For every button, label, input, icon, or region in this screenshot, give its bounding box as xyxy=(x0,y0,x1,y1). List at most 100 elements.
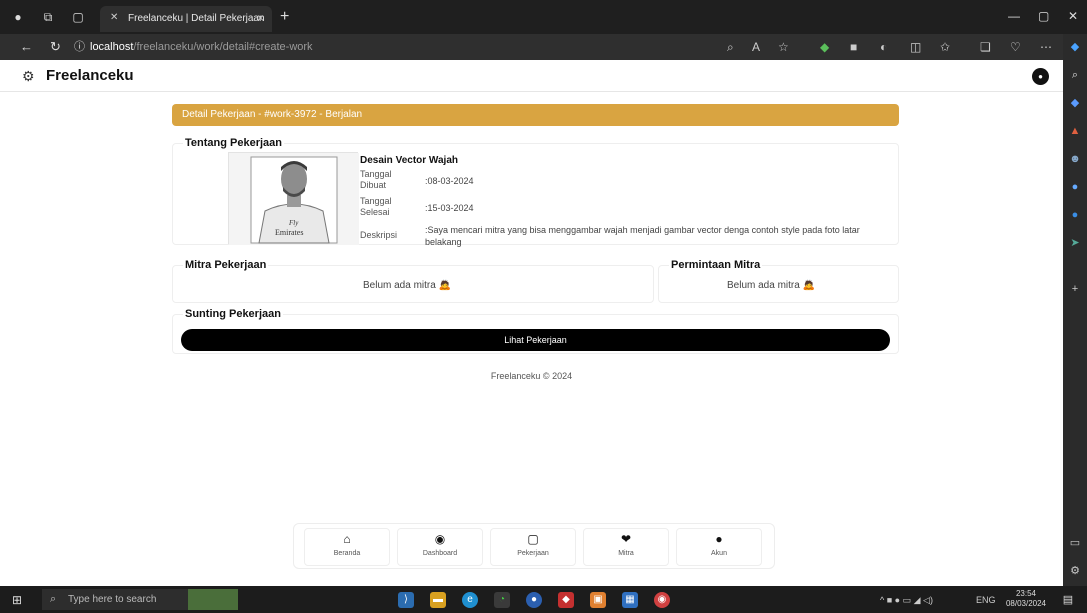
outlook-icon[interactable]: ● xyxy=(1068,208,1082,222)
edit-card: Sunting Pekerjaan Lihat Pekerjaan xyxy=(172,308,899,354)
browser-titlebar: ● ⧉ ▢ ✕ Freelanceku | Detail Pekerjaan ×… xyxy=(0,0,1087,34)
requests-card: Permintaan Mitra Belum ada mitra 🙇 xyxy=(658,259,899,303)
home-icon: ⌂ xyxy=(343,532,351,546)
app-icon-1[interactable]: ◔ xyxy=(494,592,510,608)
heart-icon[interactable]: ♡ xyxy=(1010,39,1021,55)
created-label: Tanggal Dibuat xyxy=(360,169,392,190)
new-tab-icon[interactable]: + xyxy=(280,9,289,25)
browser-sidebar: ◆ ⌕ ◆ ▲ ☻ ● ● ➤ + ▭ ⚙ xyxy=(1063,34,1087,586)
address-bar[interactable]: localhost/freelanceku/work/detail#create… xyxy=(90,37,720,57)
partner-empty: Belum ada mitra 🙇 xyxy=(363,280,452,291)
finished-label: Tanggal Selesai xyxy=(360,196,392,217)
vscode-icon[interactable]: ⟩ xyxy=(398,592,414,608)
copilot-icon[interactable]: ◆ xyxy=(1068,40,1082,54)
shopping-icon[interactable]: ▲ xyxy=(1068,124,1082,138)
tab-title: Freelanceku | Detail Pekerjaan xyxy=(128,13,265,24)
partner-title: Mitra Pekerjaan xyxy=(183,259,269,271)
favorite-star-icon[interactable]: ☆ xyxy=(778,39,789,55)
people-icon[interactable]: ☻ xyxy=(1068,152,1082,166)
url-host: localhost xyxy=(90,41,134,53)
work-icon: ▢ xyxy=(527,532,539,546)
file-explorer-icon[interactable]: ▬ xyxy=(430,592,446,608)
collections-icon[interactable]: ❏ xyxy=(980,39,991,55)
app-icon-3[interactable]: ◆ xyxy=(558,592,574,608)
nav-mitra[interactable]: ❤ Mitra xyxy=(583,528,669,566)
send-icon[interactable]: ➤ xyxy=(1068,236,1082,250)
job-reference-photo: Fly Emirates xyxy=(228,152,359,245)
taskbar: ⊞ ⌕ Type here to search ⟩ ▬ e ◔ ● ◆ ▣ ▦ … xyxy=(0,586,1087,613)
extension-doc-icon[interactable]: ■ xyxy=(850,39,857,55)
clock-time: 23:54 xyxy=(1015,589,1037,598)
settings-gear-icon[interactable]: ⚙ xyxy=(1068,564,1082,578)
browser-navbar: ← ↻ ⓘ localhost/freelanceku/work/detail#… xyxy=(0,34,1063,60)
maximize-icon[interactable]: ▢ xyxy=(1038,9,1049,23)
circle-app-icon[interactable]: ● xyxy=(1068,180,1082,194)
about-title: Tentang Pekerjaan xyxy=(183,137,284,149)
search-icon: ⌕ xyxy=(50,593,57,605)
nav-akun[interactable]: ● Akun xyxy=(676,528,762,566)
nav-label: Mitra xyxy=(618,550,634,557)
clock-date: 08/03/2024 xyxy=(1005,599,1047,608)
extension-icon[interactable]: ◆ xyxy=(820,39,829,55)
notification-icon[interactable]: ▤ xyxy=(1060,592,1076,608)
split-screen-icon[interactable]: ◫ xyxy=(910,39,921,55)
zoom-icon[interactable]: ⌕ xyxy=(727,39,734,55)
workspaces-icon[interactable]: ⧉ xyxy=(40,9,56,25)
add-sidebar-icon[interactable]: + xyxy=(1068,282,1082,296)
refresh-icon[interactable]: ↻ xyxy=(50,39,61,55)
app-header: ⚙ Freelanceku ● xyxy=(0,60,1063,92)
window-close-icon[interactable]: ✕ xyxy=(1068,9,1078,23)
url-path: /freelanceku/work/detail#create-work xyxy=(133,41,313,53)
view-job-button[interactable]: Lihat Pekerjaan xyxy=(181,329,890,351)
search-highlight-image xyxy=(188,589,238,610)
nav-label: Beranda xyxy=(333,550,361,557)
screen-icon[interactable]: ▭ xyxy=(1068,536,1082,550)
nav-beranda[interactable]: ⌂ Beranda xyxy=(304,528,390,566)
language-indicator[interactable]: ENG xyxy=(976,594,996,606)
windows-start-icon[interactable]: ⊞ xyxy=(12,593,26,607)
brand-name[interactable]: Freelanceku xyxy=(46,67,134,84)
finished-value: :15-03-2024 xyxy=(425,203,474,213)
nav-label: Dashboard xyxy=(422,550,458,557)
tab-favicon-icon: ✕ xyxy=(110,12,119,23)
tab-close-icon[interactable]: × xyxy=(257,11,264,25)
tag-icon[interactable]: ◆ xyxy=(1068,96,1082,110)
app-icon-2[interactable]: ● xyxy=(526,592,542,608)
minimize-icon[interactable]: — xyxy=(1008,9,1020,23)
search-placeholder: Type here to search xyxy=(68,594,157,605)
partner-card: Mitra Pekerjaan Belum ada mitra 🙇 xyxy=(172,259,654,303)
nav-dashboard[interactable]: ◉ Dashboard xyxy=(397,528,483,566)
more-icon[interactable]: ⋯ xyxy=(1040,39,1052,55)
description-label: Deskripsi xyxy=(360,230,398,240)
created-value: :08-03-2024 xyxy=(425,176,474,186)
profile-icon[interactable]: ● xyxy=(10,9,26,25)
nav-pekerjaan[interactable]: ▢ Pekerjaan xyxy=(490,528,576,566)
nav-label: Pekerjaan xyxy=(517,550,549,557)
browser-tab[interactable]: ✕ Freelanceku | Detail Pekerjaan × xyxy=(100,6,272,32)
brand-logo-icon: ⚙ xyxy=(22,68,35,84)
tab-actions-icon[interactable]: ▢ xyxy=(70,9,86,25)
shirt-text-fly: Fly xyxy=(288,219,299,227)
back-icon[interactable]: ← xyxy=(20,39,33,55)
shirt-text-emirates: Emirates xyxy=(275,228,303,237)
app-icon-4[interactable]: ▣ xyxy=(590,592,606,608)
extension-c-icon[interactable]: ◐ xyxy=(880,39,887,55)
app-icon-5[interactable]: ▦ xyxy=(622,592,638,608)
about-card: Tentang Pekerjaan Fly Emirates Desain Ve… xyxy=(172,137,899,247)
edit-title: Sunting Pekerjaan xyxy=(183,308,283,320)
handshake-icon: ❤ xyxy=(620,532,632,546)
page-footer: Freelanceku © 2024 xyxy=(490,371,573,381)
avatar[interactable]: ● xyxy=(1032,68,1049,85)
favorites-icon[interactable]: ✩ xyxy=(940,39,950,55)
chrome-icon[interactable]: ◉ xyxy=(654,592,670,608)
site-info-icon[interactable]: ⓘ xyxy=(74,39,85,55)
description-value: :Saya mencari mitra yang bisa menggambar… xyxy=(425,225,860,247)
page-viewport: ⚙ Freelanceku ● Detail Pekerjaan - #work… xyxy=(0,60,1063,586)
tray-icons[interactable]: ^ ■ ● ▭ ◢ ◁) xyxy=(880,594,933,606)
search-icon[interactable]: ⌕ xyxy=(1068,68,1082,82)
read-aloud-icon[interactable]: A xyxy=(752,39,760,55)
edge-icon[interactable]: e xyxy=(462,592,478,608)
clock[interactable]: 23:54 08/03/2024 xyxy=(1004,589,1048,609)
account-icon: ● xyxy=(715,532,723,546)
job-title: Desain Vector Wajah xyxy=(360,155,458,166)
